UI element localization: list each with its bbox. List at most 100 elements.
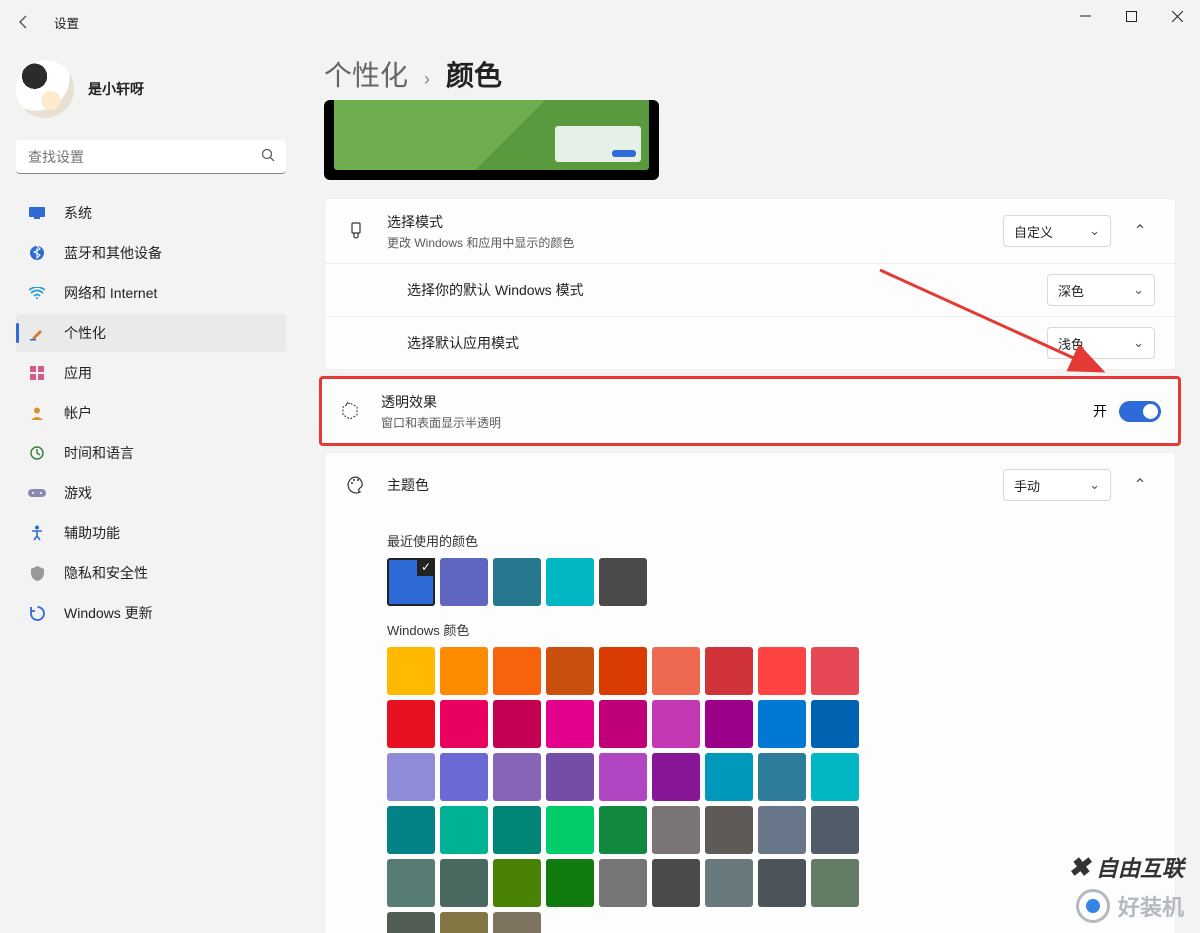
color-swatch[interactable] [758,647,806,695]
sidebar-item-label: 应用 [64,363,92,383]
color-swatch[interactable] [705,859,753,907]
color-swatch[interactable] [493,806,541,854]
color-swatch[interactable] [440,647,488,695]
update-icon [28,604,46,622]
recent-color-swatch[interactable] [440,558,488,606]
color-swatch[interactable] [758,700,806,748]
transparency-toggle[interactable] [1119,401,1161,422]
color-swatch[interactable] [599,806,647,854]
color-swatch[interactable] [387,912,435,933]
app-mode-title: 选择默认应用模式 [407,333,1047,353]
accounts-icon [28,404,46,422]
color-swatch[interactable] [387,859,435,907]
color-swatch[interactable] [705,806,753,854]
mode-select[interactable]: 自定义 ⌄ [1003,215,1111,247]
back-button[interactable] [12,10,36,34]
color-swatch[interactable] [546,753,594,801]
color-swatch[interactable] [493,753,541,801]
breadcrumb-parent[interactable]: 个性化 [324,54,408,94]
color-swatch[interactable] [440,700,488,748]
color-swatch[interactable] [387,806,435,854]
color-swatch[interactable] [493,647,541,695]
close-button[interactable] [1154,0,1200,32]
mode-desc: 更改 Windows 和应用中显示的颜色 [387,234,1003,251]
color-swatch[interactable] [493,859,541,907]
color-swatch[interactable] [811,700,859,748]
color-swatch[interactable] [811,647,859,695]
color-swatch[interactable] [811,753,859,801]
color-swatch[interactable] [652,753,700,801]
user-profile[interactable]: 是小轩呀 [16,60,286,118]
collapse-button[interactable]: ⌃ [1125,475,1155,495]
color-swatch[interactable] [599,647,647,695]
windows-mode-title: 选择你的默认 Windows 模式 [407,280,1047,300]
color-swatch[interactable] [652,647,700,695]
color-swatch[interactable] [599,700,647,748]
sidebar-item-label: 网络和 Internet [64,283,157,303]
search-box [16,140,286,174]
color-swatch[interactable] [652,859,700,907]
sidebar-item-bluetooth[interactable]: 蓝牙和其他设备 [16,234,286,272]
color-swatch[interactable] [440,753,488,801]
color-swatch[interactable] [387,700,435,748]
color-swatch[interactable] [599,859,647,907]
recent-color-swatch[interactable] [599,558,647,606]
accent-title: 主题色 [387,475,1003,495]
color-swatch[interactable] [758,806,806,854]
color-swatch[interactable] [705,700,753,748]
sidebar-item-network[interactable]: 网络和 Internet [16,274,286,312]
bluetooth-icon [28,244,46,262]
windows-mode-select[interactable]: 深色 ⌄ [1047,274,1155,306]
search-input[interactable] [16,140,286,174]
color-swatch[interactable] [546,859,594,907]
color-swatch[interactable] [599,753,647,801]
sidebar-item-label: 蓝牙和其他设备 [64,243,162,263]
recent-color-swatch[interactable] [546,558,594,606]
color-swatch[interactable] [546,700,594,748]
recent-color-swatch[interactable] [493,558,541,606]
sidebar-item-accessibility[interactable]: 辅助功能 [16,514,286,552]
collapse-button[interactable]: ⌃ [1125,221,1155,241]
color-swatch[interactable] [493,700,541,748]
sidebar-item-gaming[interactable]: 游戏 [16,474,286,512]
sidebar-item-privacy[interactable]: 隐私和安全性 [16,554,286,592]
minimize-button[interactable] [1062,0,1108,32]
color-swatch[interactable] [705,647,753,695]
color-swatch[interactable] [440,912,488,933]
toggle-state-label: 开 [1093,401,1107,421]
color-swatch[interactable] [546,647,594,695]
sidebar-item-apps[interactable]: 应用 [16,354,286,392]
color-swatch[interactable] [440,859,488,907]
recent-color-swatch[interactable]: ✓ [387,558,435,606]
sidebar-item-label: 系统 [64,203,92,223]
sidebar-item-label: 辅助功能 [64,523,120,543]
time-icon [28,444,46,462]
sidebar-item-system[interactable]: 系统 [16,194,286,232]
color-swatch[interactable] [811,806,859,854]
color-swatch[interactable] [387,753,435,801]
breadcrumb-sep: › [424,69,430,90]
color-swatch[interactable] [546,806,594,854]
color-swatch[interactable] [758,859,806,907]
sidebar-item-update[interactable]: Windows 更新 [16,594,286,632]
sidebar-item-accounts[interactable]: 帐户 [16,394,286,432]
sidebar: 是小轩呀 系统蓝牙和其他设备网络和 Internet 个性化应用帐户时间和语言游戏… [0,44,300,933]
color-swatch[interactable] [758,753,806,801]
color-swatch[interactable] [387,647,435,695]
color-swatch[interactable] [652,700,700,748]
sidebar-item-time[interactable]: 时间和语言 [16,434,286,472]
color-swatch[interactable] [440,806,488,854]
color-swatch[interactable] [811,859,859,907]
color-swatch[interactable] [652,806,700,854]
window-controls [1062,0,1200,32]
maximize-button[interactable] [1108,0,1154,32]
app-mode-select[interactable]: 浅色 ⌄ [1047,327,1155,359]
privacy-icon [28,564,46,582]
search-icon [261,148,276,168]
color-swatch[interactable] [493,912,541,933]
apps-icon [28,364,46,382]
chevron-down-icon: ⌄ [1133,282,1144,298]
sidebar-item-personalization[interactable]: 个性化 [16,314,286,352]
accent-select[interactable]: 手动 ⌄ [1003,469,1111,501]
color-swatch[interactable] [705,753,753,801]
